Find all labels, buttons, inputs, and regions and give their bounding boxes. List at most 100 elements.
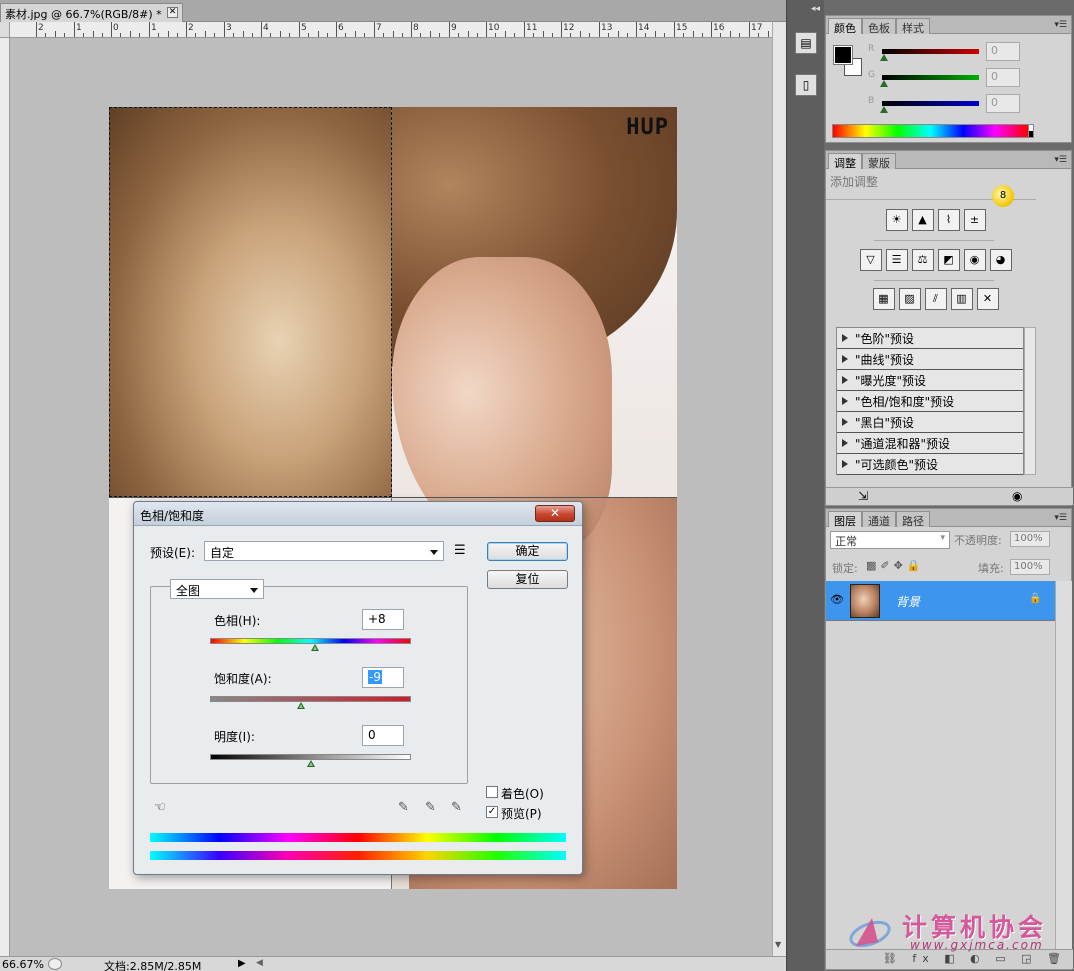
collapse-dock-icon[interactable]: ◂◂ [811,4,820,14]
adjustment-options-icon[interactable]: ◉ [1012,489,1022,503]
expand-triangle-icon[interactable] [842,418,848,426]
brightness-contrast-icon[interactable]: ☀ [885,209,908,231]
channel-mixer-icon[interactable]: ◕ [989,249,1012,271]
blue-value-input[interactable]: 0 [986,94,1020,113]
tab-channels[interactable]: 通道 [862,511,896,528]
expand-triangle-icon[interactable] [842,460,848,468]
lightbulb-icon[interactable]: 8 [992,185,1014,207]
zoom-level[interactable]: 66.67% [2,958,44,971]
colorize-label[interactable]: 着色(O) [501,785,544,802]
hue-slider-thumb[interactable] [311,644,319,651]
clip-to-layer-icon[interactable]: ⇲ [858,489,868,503]
preset-list-item[interactable]: "色相/饱和度"预设 [837,391,1023,412]
black-white-icon[interactable]: ◩ [937,249,960,271]
expand-triangle-icon[interactable] [842,439,848,447]
threshold-icon[interactable]: ⫽ [924,288,947,310]
green-slider-thumb[interactable] [880,80,888,87]
dialog-close-button[interactable]: ✕ [535,505,575,522]
saturation-input[interactable]: -9 [362,667,404,688]
ok-button[interactable]: 确定 [487,542,568,561]
targeted-adjustment-hand-icon[interactable]: ☜ [154,800,170,816]
horizontal-ruler[interactable]: 2 1 0 1 2 3 4 5 6 7 8 9 10 11 12 13 14 15 16 17 [10,22,772,38]
scroll-down-arrow-icon[interactable]: ▼ [775,940,784,949]
preset-list-item[interactable]: "可选颜色"预设 [837,454,1023,475]
scroll-left-arrow-icon[interactable]: ◀ [256,958,263,968]
eye-icon[interactable]: 👁 [829,593,845,609]
preset-list-item[interactable]: "曲线"预设 [837,349,1023,370]
tab-layers[interactable]: 图层 [828,511,862,528]
green-slider-track[interactable] [882,75,979,80]
blue-slider-thumb[interactable] [880,106,888,113]
expand-triangle-icon[interactable] [842,376,848,384]
eyedropper-icon[interactable]: ✎ [398,800,412,815]
document-tab[interactable]: 素材.jpg @ 66.7%(RGB/8#) * ✕ [0,3,183,22]
preview-label[interactable]: 预览(P) [501,805,542,822]
photo-filter-icon[interactable]: ◉ [963,249,986,271]
red-slider-track[interactable] [882,49,979,54]
document-vertical-scrollbar[interactable]: ▼ [772,22,786,956]
colorize-checkbox[interactable] [486,786,498,798]
expand-triangle-icon[interactable] [842,355,848,363]
panel-menu-icon[interactable]: ▾☰ [1054,155,1067,165]
vibrance-icon[interactable]: ▽ [859,249,882,271]
dialog-titlebar[interactable]: 色相/饱和度 [134,502,582,526]
layers-scrollbar[interactable] [1055,581,1072,951]
preset-list-item[interactable]: "黑白"预设 [837,412,1023,433]
status-menu-arrow-icon[interactable]: ▶ [238,958,246,969]
channel-select[interactable]: 全图 [170,579,264,599]
history-panel-icon[interactable]: ▤ [795,32,817,54]
eyedropper-plus-icon[interactable]: ✎ [425,800,439,815]
saturation-slider-track[interactable] [210,696,411,702]
opacity-input[interactable]: 100% [1010,531,1050,547]
exposure-icon[interactable]: ± [963,209,986,231]
panel-menu-icon[interactable]: ▾☰ [1054,20,1067,30]
tab-styles[interactable]: 样式 [896,18,930,35]
red-slider-thumb[interactable] [880,54,888,61]
lightness-slider-thumb[interactable] [307,760,315,767]
lock-options-icons[interactable]: ▩✐✥🔒 [866,559,925,572]
posterize-icon[interactable]: ▨ [898,288,921,310]
layer-name[interactable]: 背景 [896,593,920,610]
status-options-icon[interactable] [48,958,62,970]
color-balance-icon[interactable]: ⚖ [911,249,934,271]
green-value-input[interactable]: 0 [986,68,1020,87]
tab-adjustments[interactable]: 调整 [828,153,862,170]
preview-checkbox[interactable]: ✓ [486,806,498,818]
ruler-corner[interactable] [0,22,10,38]
hue-input[interactable]: +8 [362,609,404,630]
guide-horizontal[interactable] [109,497,677,498]
tab-masks[interactable]: 蒙版 [862,153,896,170]
expand-triangle-icon[interactable] [842,334,848,342]
hue-saturation-icon[interactable]: ☰ [885,249,908,271]
levels-icon[interactable]: ▲ [911,209,934,231]
actions-panel-icon[interactable]: ▯ [795,74,817,96]
layer-thumbnail[interactable] [850,584,880,618]
preset-list-item[interactable]: "色阶"预设 [837,328,1023,349]
preset-select[interactable]: 自定 [204,541,444,561]
fill-input[interactable]: 100% [1010,559,1050,575]
close-tab-icon[interactable]: ✕ [167,7,178,18]
reset-button[interactable]: 复位 [487,570,568,589]
lock-all-icon[interactable]: 🔒 [907,559,925,572]
invert-icon[interactable]: ▦ [872,288,895,310]
lock-transparent-icon[interactable]: ▩ [866,559,880,572]
panel-menu-icon[interactable]: ▾☰ [1054,513,1067,523]
preset-options-icon[interactable]: ☰ [454,543,466,558]
layer-row-background[interactable]: 👁 背景 🔒 [826,581,1055,621]
preset-list-scrollbar[interactable] [1024,327,1036,475]
vertical-ruler[interactable] [0,38,10,956]
curves-icon[interactable]: ⌇ [937,209,960,231]
tab-paths[interactable]: 路径 [896,511,930,528]
expand-triangle-icon[interactable] [842,397,848,405]
marquee-selection[interactable] [109,107,392,497]
black-white-ramp[interactable] [1029,124,1034,138]
lightness-input[interactable]: 0 [362,725,404,746]
tab-swatches[interactable]: 色板 [862,18,896,35]
preset-list-item[interactable]: "曝光度"预设 [837,370,1023,391]
lock-position-icon[interactable]: ✥ [894,559,907,572]
tab-color[interactable]: 颜色 [828,18,862,35]
saturation-slider-thumb[interactable] [297,702,305,709]
preset-list-item[interactable]: "通道混和器"预设 [837,433,1023,454]
color-spectrum-ramp[interactable] [832,124,1029,138]
selective-color-icon[interactable]: ✕ [976,288,999,310]
